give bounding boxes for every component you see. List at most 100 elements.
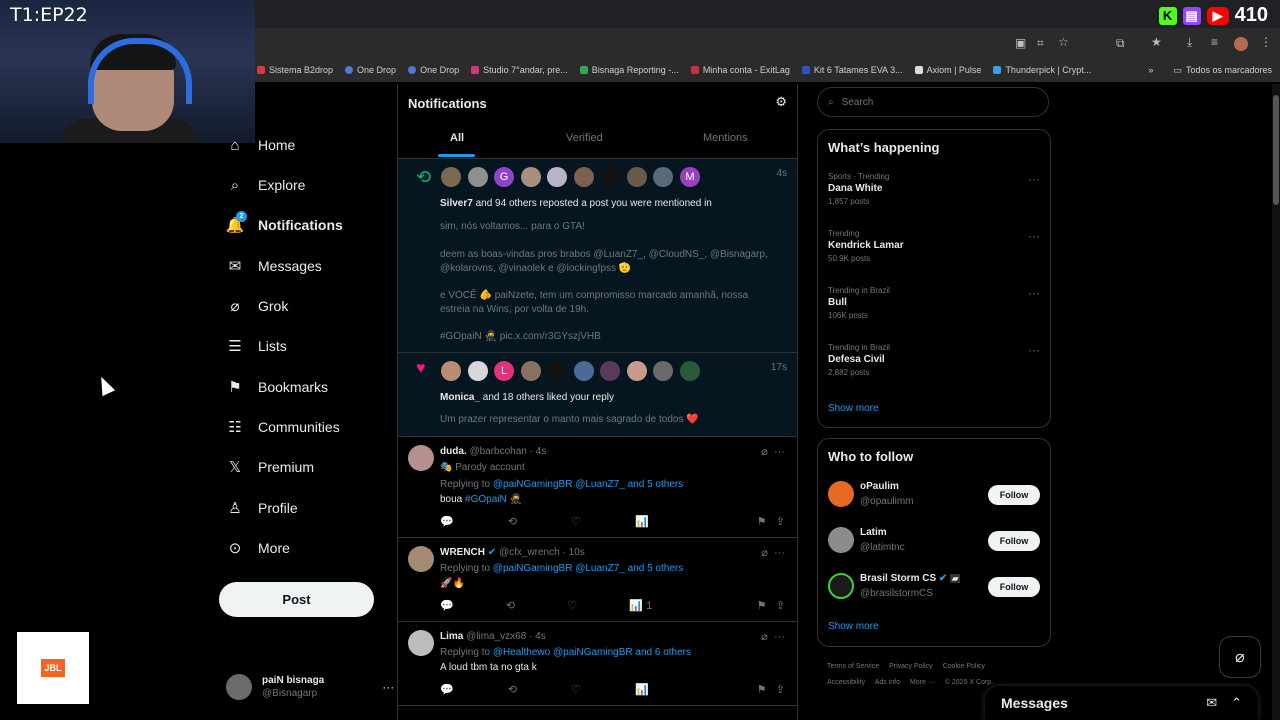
hashtag-link[interactable]: #GOpaiN 🥷 xyxy=(465,494,522,505)
follow-button[interactable]: Follow xyxy=(988,485,1040,505)
like-notification[interactable]: ♥ L 17s Monica_ and 18 others liked your… xyxy=(398,353,797,437)
repost-icon[interactable]: ⟲ xyxy=(508,515,517,528)
avatar[interactable] xyxy=(408,546,434,572)
scrollbar-thumb[interactable] xyxy=(1273,95,1279,205)
nav-more[interactable]: ⊙ More xyxy=(226,539,290,557)
bookmark-item[interactable]: Studio 7°andar, pre... xyxy=(471,65,568,75)
tab-verified[interactable]: Verified xyxy=(566,132,603,144)
avatar[interactable] xyxy=(408,445,434,471)
more-dots-icon[interactable]: ··· xyxy=(1028,286,1040,300)
like-icon[interactable]: ♡ xyxy=(571,683,581,696)
nav-explore[interactable]: ⌕ Explore xyxy=(226,176,306,194)
reading-list-icon[interactable]: ≡ xyxy=(1211,35,1218,49)
translate-icon[interactable]: ⌗ xyxy=(1037,36,1044,51)
bookmark-item[interactable]: Minha conta - ExitLag xyxy=(690,65,790,75)
reply-icon[interactable]: 💬 xyxy=(440,683,454,696)
footer-link[interactable]: More ··· xyxy=(910,679,935,686)
more-dots-icon[interactable]: ··· xyxy=(1028,229,1040,243)
avatar[interactable] xyxy=(828,481,854,507)
footer-link[interactable]: Privacy Policy xyxy=(889,663,933,670)
post-author-name[interactable]: WRENCH xyxy=(440,547,485,558)
search-input[interactable]: ⌕ Search xyxy=(817,87,1049,117)
trend-item[interactable]: Trending Kendrick Lamar 50.9K posts ··· xyxy=(828,229,1040,263)
trend-item[interactable]: Trending in Brazil Defesa Civil 2,882 po… xyxy=(828,343,1040,377)
nav-profile[interactable]: ♙ Profile xyxy=(226,499,297,517)
grok-icon[interactable]: ⌀ xyxy=(761,631,768,643)
follow-button[interactable]: Follow xyxy=(988,577,1040,597)
post-author-name[interactable]: Lima xyxy=(440,631,463,642)
bookmark-item[interactable]: Bisnaga Reporting -... xyxy=(579,65,679,75)
nav-bookmarks[interactable]: ⚑ Bookmarks xyxy=(226,378,328,396)
follow-suggestion[interactable]: oPaulim @opaulimm Follow xyxy=(828,481,1040,513)
bookmark-item[interactable]: Axiom | Pulse xyxy=(914,65,981,75)
all-bookmarks-folder[interactable]: » ▭ Todos os marcadores xyxy=(1148,65,1272,76)
replying-mentions[interactable]: @paiNGamingBR @LuanZ7_ and 5 others xyxy=(493,563,683,574)
bookmark-item[interactable]: One Drop xyxy=(408,65,459,75)
bookmark-icon[interactable]: ⚑ ⇪ xyxy=(757,599,785,612)
repost-icon[interactable]: ⟲ xyxy=(506,599,515,612)
more-dots-icon[interactable]: ··· xyxy=(774,446,785,458)
nav-lists[interactable]: ☰ Lists xyxy=(226,337,287,355)
nav-communities[interactable]: ☷ Communities xyxy=(226,418,339,436)
post-button[interactable]: Post xyxy=(219,582,374,617)
reply-post[interactable]: duda. @barbcohan · 4s ⌀ ··· 🎭 Parody acc… xyxy=(398,437,797,538)
follow-button[interactable]: Follow xyxy=(988,531,1040,551)
follow-suggestion[interactable]: Brasil Storm CS ✔ ▰ @brasilstormCS Follo… xyxy=(828,573,1040,605)
nav-premium[interactable]: 𝕏 Premium xyxy=(226,458,314,476)
tab-mentions[interactable]: Mentions xyxy=(703,132,748,144)
more-dots-icon[interactable]: ··· xyxy=(774,547,785,559)
repost-notification[interactable]: ⟲ G M 4s Silver7 and 94 others reposted … xyxy=(398,159,797,353)
star-icon[interactable]: ☆ xyxy=(1058,35,1069,49)
post-author-name[interactable]: duda. xyxy=(440,446,467,457)
screenshot-icon[interactable]: ▣ xyxy=(1015,36,1026,50)
bookmark-item[interactable]: Sistema B2drop xyxy=(257,65,333,75)
bookmark-item[interactable]: One Drop xyxy=(345,65,396,75)
account-switcher[interactable]: paiN bisnaga @Bisnagarp ··· xyxy=(226,674,394,700)
bookmark-item[interactable]: Kit 6 Tatames EVA 3... xyxy=(801,65,903,75)
reply-icon[interactable]: 💬 xyxy=(440,515,454,528)
follow-suggestion[interactable]: Latim @latimtnc Follow xyxy=(828,527,1040,559)
nav-notifications[interactable]: 🔔 2 Notifications xyxy=(226,211,343,234)
nav-messages[interactable]: ✉ Messages xyxy=(226,257,322,275)
download-icon[interactable]: ⤓ xyxy=(1187,35,1192,50)
bookmark-star-icon[interactable]: ★ xyxy=(1151,35,1162,49)
notification-user[interactable]: Monica_ xyxy=(440,392,480,403)
reply-icon[interactable]: 💬 xyxy=(440,599,454,612)
reply-post[interactable]: Lima @lima_vzx68 · 4s ⌀ ··· Replying to … xyxy=(398,622,797,706)
views-icon[interactable]: 📊 1 xyxy=(629,599,652,612)
show-more-link[interactable]: Show more xyxy=(828,621,879,632)
bookmark-icon[interactable]: ⚑ ⇪ xyxy=(757,683,785,696)
bookmark-icon[interactable]: ⚑ ⇪ xyxy=(757,515,785,528)
repost-icon[interactable]: ⟲ xyxy=(508,683,517,696)
new-message-icon[interactable]: ✉ xyxy=(1206,695,1217,711)
avatar[interactable] xyxy=(828,573,854,599)
messages-drawer[interactable]: Messages ✉ ⌃ xyxy=(985,686,1258,720)
views-icon[interactable]: 📊 xyxy=(635,515,649,528)
chevron-up-icon[interactable]: ⌃ xyxy=(1231,695,1242,711)
footer-link[interactable]: Ads info xyxy=(875,679,900,686)
footer-link[interactable]: Cookie Policy xyxy=(943,663,985,670)
gear-icon[interactable]: ⚙ xyxy=(775,94,787,110)
grok-floating-button[interactable]: ⌀ xyxy=(1219,636,1261,678)
footer-link[interactable]: Terms of Service xyxy=(827,663,879,670)
show-more-link[interactable]: Show more xyxy=(828,403,879,414)
browser-profile-avatar[interactable] xyxy=(1234,37,1248,51)
tab-all[interactable]: All xyxy=(450,132,464,144)
more-dots-icon[interactable]: ··· xyxy=(1028,343,1040,357)
nav-home[interactable]: ⌂ Home xyxy=(226,136,295,154)
more-dots-icon[interactable]: ··· xyxy=(382,680,394,694)
browser-menu-icon[interactable]: ⋮ xyxy=(1260,35,1272,49)
like-icon[interactable]: ♡ xyxy=(567,599,577,612)
replying-mentions[interactable]: @Healthewo @paiNGamingBR and 6 others xyxy=(493,647,691,658)
trend-item[interactable]: Trending in Brazil Bull 106K posts ··· xyxy=(828,286,1040,320)
reply-post[interactable]: WRENCH ✔ @cfx_wrench · 10s ⌀ ··· Replyin… xyxy=(398,538,797,622)
notification-user[interactable]: Silver7 xyxy=(440,198,473,209)
more-dots-icon[interactable]: ··· xyxy=(774,631,785,643)
bookmark-item[interactable]: Thunderpick | Crypt... xyxy=(993,65,1091,75)
avatar[interactable] xyxy=(408,630,434,656)
footer-link[interactable]: Accessibility xyxy=(827,679,865,686)
avatar[interactable] xyxy=(828,527,854,553)
like-icon[interactable]: ♡ xyxy=(571,515,581,528)
nav-grok[interactable]: ⌀ Grok xyxy=(226,297,288,315)
views-icon[interactable]: 📊 xyxy=(635,683,649,696)
